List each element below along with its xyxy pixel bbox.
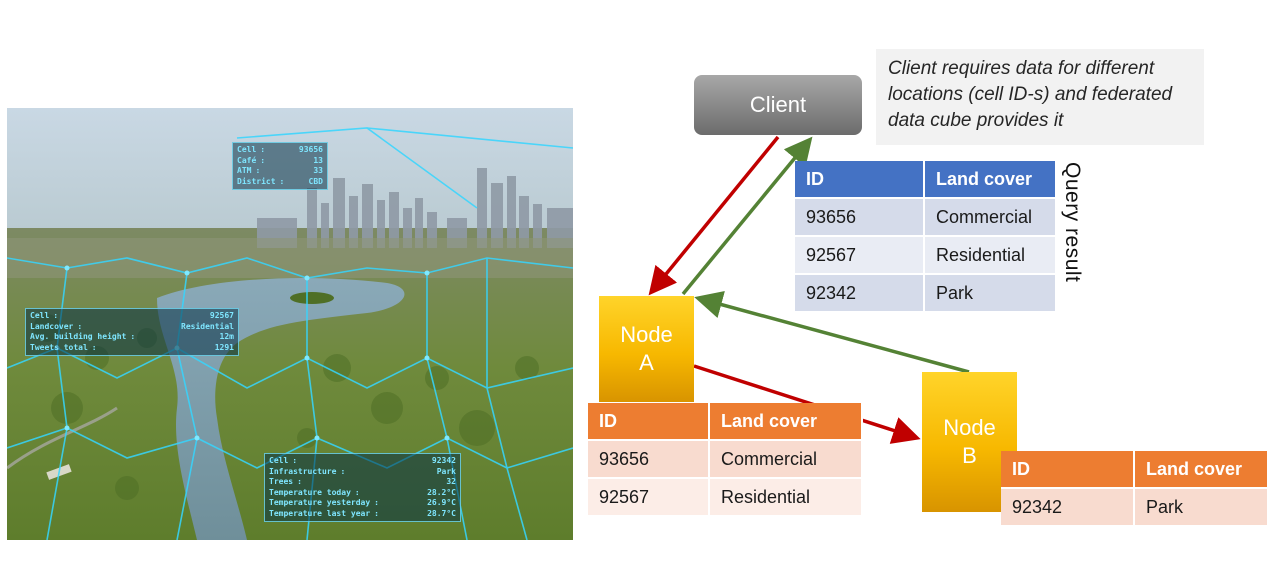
column-header-id: ID xyxy=(1001,451,1135,489)
client-box: Client xyxy=(694,75,862,135)
cell-land-cover: Park xyxy=(1135,489,1269,527)
cell-land-cover: Commercial xyxy=(710,441,863,479)
node-b-table: ID Land cover 92342 Park xyxy=(1001,451,1269,527)
cell-id: 93656 xyxy=(795,199,925,237)
column-header-id: ID xyxy=(588,403,710,441)
cell-id: 92567 xyxy=(795,237,925,275)
cell-land-cover: Residential xyxy=(925,237,1057,275)
cell-id: 92567 xyxy=(588,479,710,517)
cell-land-cover: Park xyxy=(925,275,1057,313)
cell-land-cover: Residential xyxy=(710,479,863,517)
query-result-label: Query result xyxy=(1061,162,1084,283)
column-header-id: ID xyxy=(795,161,925,199)
request-arrow-client-to-node-a xyxy=(648,135,780,296)
table-row: 92342 Park xyxy=(1001,489,1269,527)
table-row: 93656 Commercial xyxy=(795,199,1057,237)
column-header-land-cover: Land cover xyxy=(925,161,1057,199)
table-row: 92342 Park xyxy=(795,275,1057,313)
table-row: 92567 Residential xyxy=(795,237,1057,275)
table-header-row: ID Land cover xyxy=(795,161,1057,199)
table-header-row: ID Land cover xyxy=(588,403,863,441)
client-label: Client xyxy=(749,92,807,117)
query-result-table: ID Land cover 93656 Commercial 92567 Res… xyxy=(795,161,1057,313)
table-header-row: ID Land cover xyxy=(1001,451,1269,489)
column-header-land-cover: Land cover xyxy=(1135,451,1269,489)
cell-land-cover: Commercial xyxy=(925,199,1057,237)
cell-id: 93656 xyxy=(588,441,710,479)
response-arrow-node-a-to-client xyxy=(681,136,813,296)
node-a: Node A xyxy=(599,296,694,402)
node-b-label-line2: B xyxy=(962,443,977,468)
node-a-label-line2: A xyxy=(639,350,654,375)
node-a-table: ID Land cover 93656 Commercial 92567 Res… xyxy=(588,403,863,517)
node-b-label-line1: Node xyxy=(943,415,996,440)
node-a-label-line1: Node xyxy=(620,322,673,347)
table-row: 93656 Commercial xyxy=(588,441,863,479)
cell-id: 92342 xyxy=(1001,489,1135,527)
cell-id: 92342 xyxy=(795,275,925,313)
table-row: 92567 Residential xyxy=(588,479,863,517)
client-note: Client requires data for different locat… xyxy=(876,49,1204,145)
column-header-land-cover: Land cover xyxy=(710,403,863,441)
